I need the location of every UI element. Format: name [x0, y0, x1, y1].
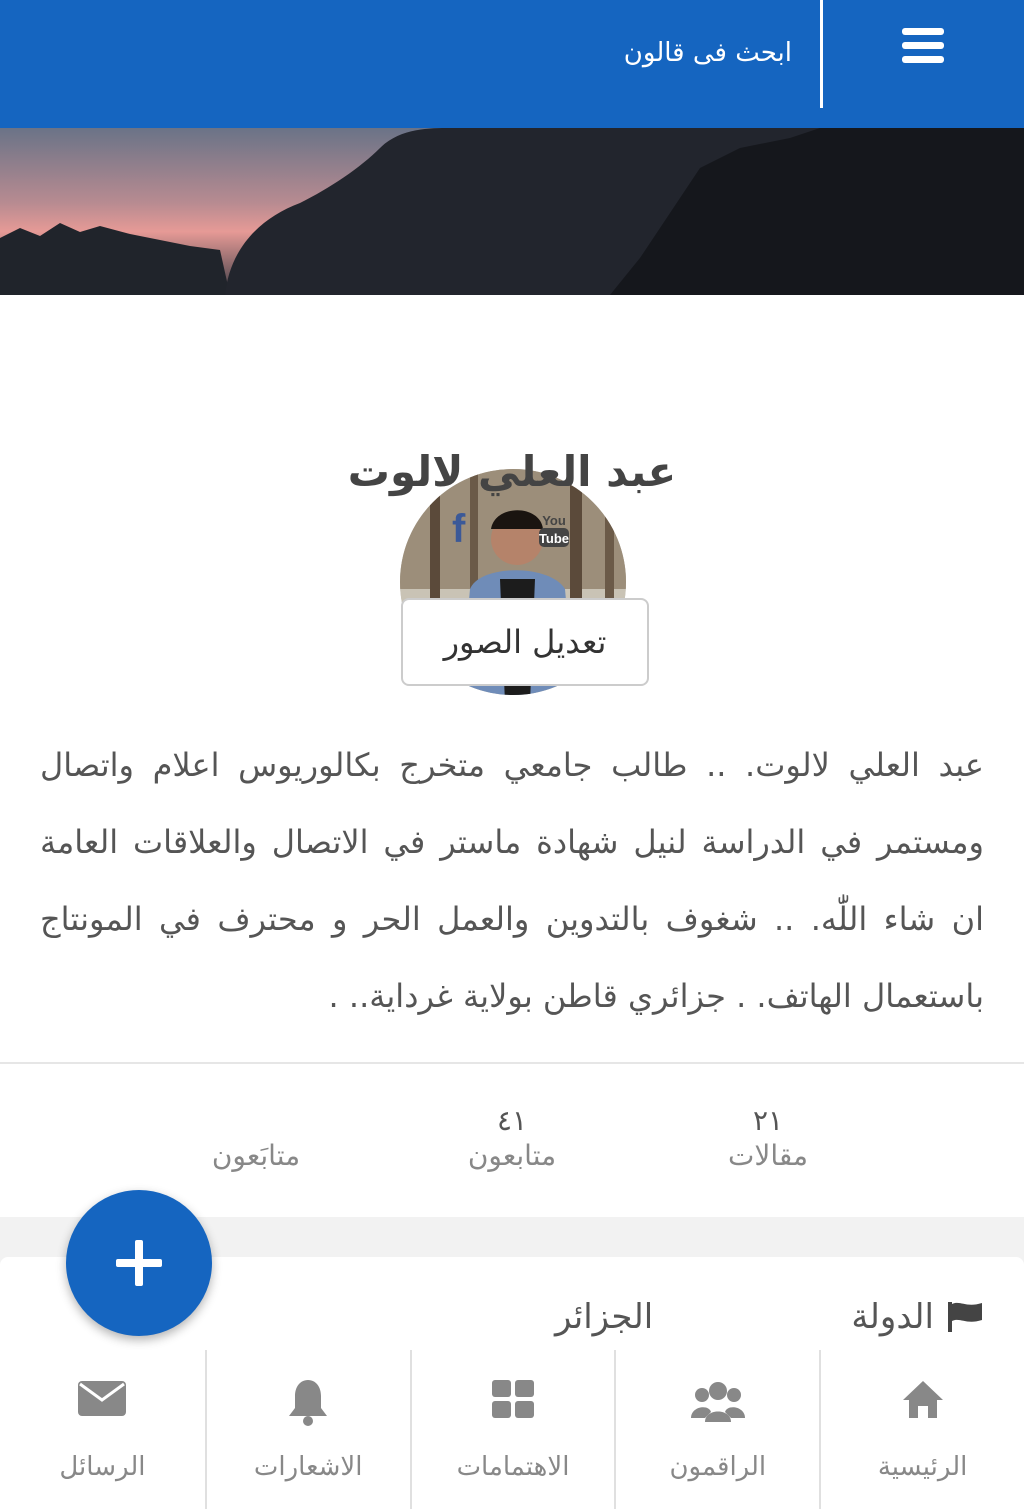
home-icon — [902, 1381, 943, 1418]
nav-home-label: الرئيسية — [877, 1452, 968, 1482]
bottom-nav: الرئيسية الراقمون الاهتمامات الاشعارات ا… — [0, 1350, 1024, 1509]
country-row: الدولة — [851, 1297, 984, 1337]
add-button[interactable] — [66, 1190, 212, 1336]
stat-followers-count: ٤١ — [496, 1104, 528, 1137]
country-value: الجزائر — [555, 1297, 654, 1337]
nav-writers[interactable]: الراقمون — [614, 1350, 819, 1509]
nav-notifications-label: الاشعارات — [253, 1452, 363, 1482]
top-bar: ابحث فى قالون — [0, 0, 1024, 128]
stat-following[interactable]: متابَعون — [146, 1104, 366, 1172]
svg-text:Tube: Tube — [539, 531, 569, 546]
country-label: الدولة — [851, 1297, 934, 1337]
search-field[interactable]: ابحث فى قالون — [624, 38, 792, 68]
profile-bio: عبد العلي لالوت. .. طالب جامعي متخرج بكا… — [40, 746, 984, 1015]
header-divider — [820, 0, 823, 108]
svg-text:You: You — [542, 513, 566, 528]
plus-icon-vertical — [135, 1240, 143, 1286]
stat-following-label: متابَعون — [211, 1139, 301, 1172]
nav-interests[interactable]: الاهتمامات — [409, 1350, 615, 1509]
nav-messages-label: الرسائل — [59, 1452, 146, 1482]
nav-interests-label: الاهتمامات — [456, 1452, 570, 1482]
nav-home[interactable]: الرئيسية — [819, 1350, 1024, 1509]
facebook-icon[interactable]: f — [452, 507, 465, 552]
stat-articles[interactable]: ٢١ مقالات — [658, 1104, 878, 1172]
stat-followers[interactable]: ٤١ متابعون — [402, 1104, 622, 1172]
envelope-icon — [78, 1381, 127, 1416]
cover-photo — [0, 128, 1024, 295]
flag-icon — [948, 1302, 982, 1332]
nav-writers-label: الراقمون — [669, 1452, 767, 1482]
youtube-icon[interactable]: You Tube — [538, 512, 570, 552]
stat-articles-count: ٢١ — [752, 1104, 784, 1137]
hamburger-icon[interactable] — [902, 28, 946, 64]
stat-following-count — [146, 1104, 366, 1137]
profile-name: عبد العلي لالوت — [347, 447, 677, 496]
stat-articles-label: مقالات — [727, 1139, 809, 1172]
stat-followers-label: متابعون — [467, 1139, 557, 1172]
bell-icon — [289, 1380, 328, 1426]
nav-notifications[interactable]: الاشعارات — [204, 1350, 410, 1509]
edit-photos-button[interactable]: تعديل الصور — [401, 598, 649, 686]
grid-icon — [492, 1380, 534, 1418]
nav-messages[interactable]: الرسائل — [0, 1350, 205, 1509]
users-icon — [690, 1382, 745, 1422]
